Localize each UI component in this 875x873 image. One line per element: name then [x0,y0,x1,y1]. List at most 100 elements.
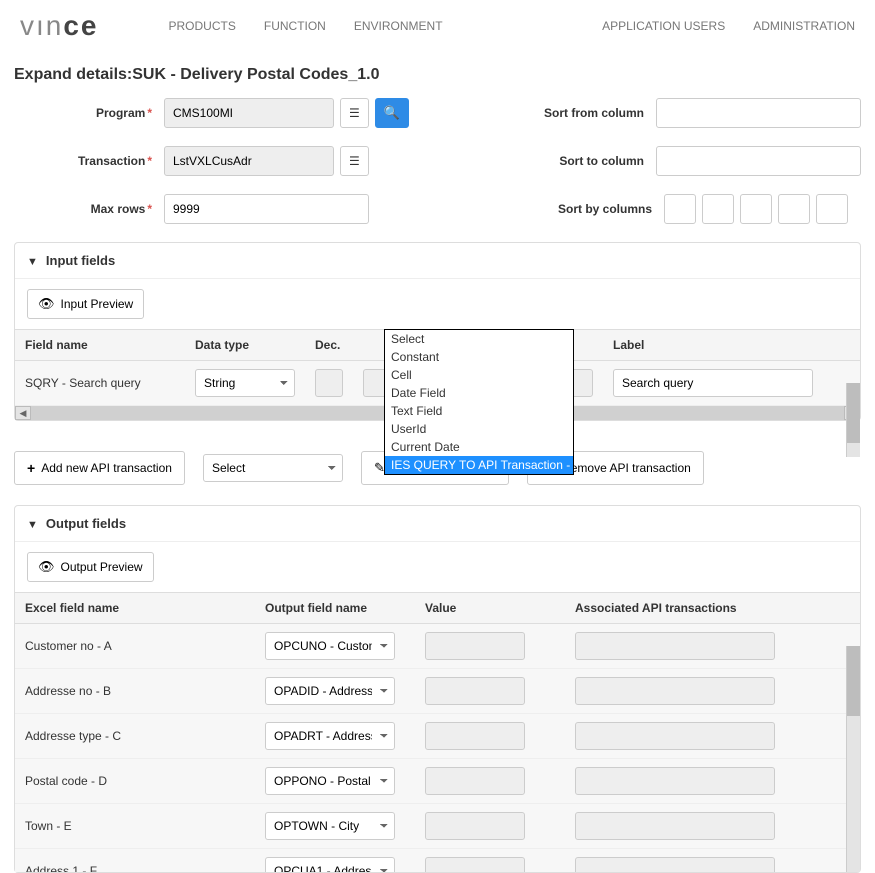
sort-from-input[interactable] [656,98,861,128]
nav-links-right: APPLICATION USERS ADMINISTRATION [602,19,855,33]
cell-excel-fieldname: Town - E [15,804,255,849]
dropdown-option-iesquery[interactable]: IES QUERY TO API Transaction - M [385,456,573,474]
input-panel-header[interactable]: Input fields [15,243,860,279]
output-assoc-box[interactable] [575,677,775,705]
output-value-box[interactable] [425,677,525,705]
output-value-box[interactable] [425,632,525,660]
maxrows-label: Max rows* [14,202,164,216]
cell-excel-fieldname: Addresse type - C [15,714,255,759]
dropdown-option-datefield[interactable]: Date Field [385,384,573,402]
col-datatype: Data type [185,330,305,361]
cell-fieldname: SQRY - Search query [15,361,185,406]
input-fields-panel: Input fields Input Preview Field name Da… [14,242,861,421]
nav-administration[interactable]: ADMINISTRATION [753,19,855,33]
col-assoc: Associated API transactions [565,593,860,624]
dropdown-option-select[interactable]: Select [385,330,573,348]
output-field-select[interactable]: OPADRT - Address type [265,722,395,750]
dropdown-option-userid[interactable]: UserId [385,420,573,438]
add-api-transaction-button[interactable]: Add new API transaction [14,451,185,485]
output-value-box[interactable] [425,722,525,750]
page-title: Expand details:SUK - Delivery Postal Cod… [0,62,875,98]
output-field-select[interactable]: OPTOWN - City [265,812,395,840]
output-preview-button[interactable]: Output Preview [27,552,154,582]
label-input[interactable] [613,369,813,397]
output-panel-header[interactable]: Output fields [15,506,860,542]
eye-icon [38,296,55,312]
col-fieldname: Field name [15,330,185,361]
scrollbar-thumb[interactable] [847,646,860,716]
output-field-select[interactable]: OPADID - Address no [265,677,395,705]
program-input[interactable] [164,98,334,128]
nav-links-left: PRODUCTS FUNCTION ENVIRONMENT [169,19,603,33]
dropdown-option-constant[interactable]: Constant [385,348,573,366]
maxrows-input[interactable] [164,194,369,224]
input-vertical-scrollbar[interactable] [846,383,860,457]
output-assoc-box[interactable] [575,632,775,660]
program-search-button[interactable] [375,98,409,128]
program-list-button[interactable] [340,98,369,128]
output-fields-panel: Output fields Output Preview Excel field… [14,505,861,873]
output-assoc-box[interactable] [575,767,775,795]
output-fields-table: Excel field name Output field name Value… [15,592,860,872]
input-preview-button[interactable]: Input Preview [27,289,144,319]
top-nav: vınce PRODUCTS FUNCTION ENVIRONMENT APPL… [0,0,875,62]
cell-excel-fieldname: Customer no - A [15,624,255,669]
output-assoc-box[interactable] [575,812,775,840]
cell-excel-fieldname: Postal code - D [15,759,255,804]
search-icon [384,105,400,121]
sort-to-label: Sort to column [446,154,656,168]
col-label: Label [603,330,860,361]
dec-input[interactable] [315,369,343,397]
sort-by-inputs [664,194,848,224]
dropdown-option-currentdate[interactable]: Current Date [385,438,573,456]
nav-environment[interactable]: ENVIRONMENT [354,19,443,33]
datatype-select[interactable]: String [195,369,295,397]
sort-col-4[interactable] [778,194,810,224]
table-row[interactable]: Customer no - A OPCUNO - Customer [15,624,860,669]
form-area: Program* Sort from column Transaction* S… [0,98,875,224]
api-transaction-select[interactable]: Select [203,454,343,482]
transaction-list-button[interactable] [340,146,369,176]
logo: vınce [20,10,99,42]
scroll-left-icon[interactable]: ◀ [15,406,31,420]
transaction-input[interactable] [164,146,334,176]
output-value-box[interactable] [425,812,525,840]
list-icon [349,154,360,168]
table-row[interactable]: Town - E OPTOWN - City [15,804,860,849]
cell-excel-fieldname: Address 1 - F [15,849,255,873]
output-value-box[interactable] [425,857,525,872]
sort-from-label: Sort from column [446,106,656,120]
output-field-select[interactable]: OPCUA1 - Address line [265,857,395,872]
cell-excel-fieldname: Addresse no - B [15,669,255,714]
nav-products[interactable]: PRODUCTS [169,19,236,33]
dropdown-option-textfield[interactable]: Text Field [385,402,573,420]
output-assoc-box[interactable] [575,857,775,872]
nav-function[interactable]: FUNCTION [264,19,326,33]
nav-app-users[interactable]: APPLICATION USERS [602,19,725,33]
table-row[interactable]: Addresse no - B OPADID - Address no [15,669,860,714]
value-type-dropdown[interactable]: Select Constant Cell Date Field Text Fie… [384,329,574,475]
input-panel-title: Input fields [46,253,115,268]
table-row[interactable]: Addresse type - C OPADRT - Address type [15,714,860,759]
scrollbar-thumb[interactable] [847,383,860,443]
sort-col-2[interactable] [702,194,734,224]
table-row[interactable]: Postal code - D OPPONO - Postal code [15,759,860,804]
chevron-down-icon [27,253,38,268]
col-output-fieldname: Output field name [255,593,415,624]
plus-icon [27,460,35,476]
col-dec: Dec. [305,330,353,361]
col-value: Value [415,593,565,624]
sort-col-1[interactable] [664,194,696,224]
eye-icon [38,559,55,575]
dropdown-option-cell[interactable]: Cell [385,366,573,384]
output-field-select[interactable]: OPCUNO - Customer [265,632,395,660]
sort-col-3[interactable] [740,194,772,224]
chevron-down-icon [27,516,38,531]
output-assoc-box[interactable] [575,722,775,750]
sort-to-input[interactable] [656,146,861,176]
sort-col-5[interactable] [816,194,848,224]
output-vertical-scrollbar[interactable] [846,646,860,872]
output-field-select[interactable]: OPPONO - Postal code [265,767,395,795]
output-value-box[interactable] [425,767,525,795]
table-row[interactable]: Address 1 - F OPCUA1 - Address line [15,849,860,873]
